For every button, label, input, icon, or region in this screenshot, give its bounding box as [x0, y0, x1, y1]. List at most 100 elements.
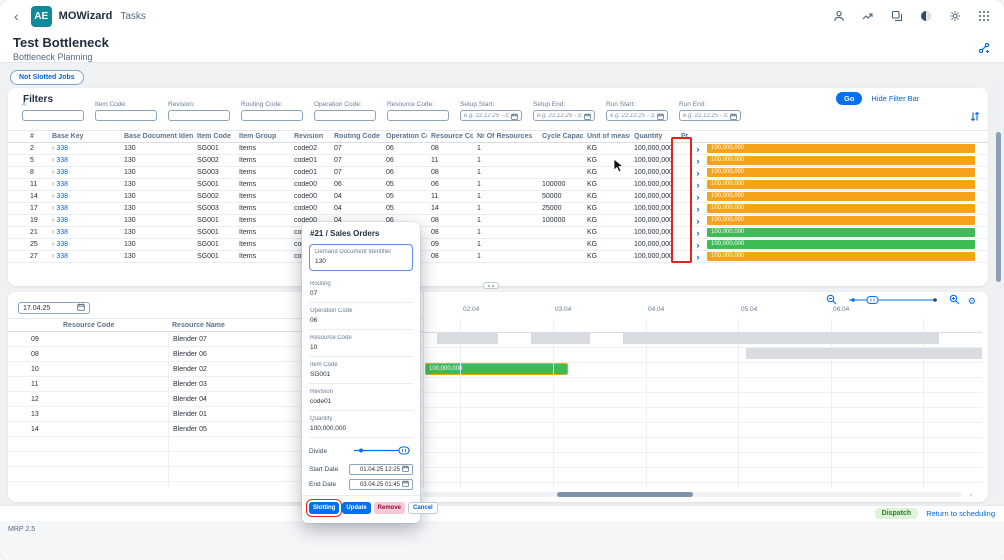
table-row[interactable]: 19›338130SG001Itemscode000406081100000KG…	[8, 215, 988, 227]
row-expand-chevron[interactable]: ›	[689, 240, 707, 250]
scrollbar-thumb[interactable]	[996, 132, 1001, 282]
table-row[interactable]: 17›338130SG003Itemscode00040514125000KG1…	[8, 203, 988, 215]
row-expand-chevron[interactable]: ›	[689, 204, 707, 214]
table-row[interactable]: 8›338130SG003Itemscode010706081KG100,000…	[8, 167, 988, 179]
table-row[interactable]: 14›338130SG002Itemscode00040511150000KG1…	[8, 191, 988, 203]
filter-text-input[interactable]	[387, 110, 449, 121]
filter-text-input[interactable]	[168, 110, 230, 121]
base-key-link[interactable]: 338	[56, 193, 68, 200]
calendar-icon[interactable]	[402, 465, 409, 474]
return-to-scheduling-link[interactable]: Return to scheduling	[926, 509, 995, 518]
expand-caret-icon[interactable]: ›	[52, 169, 54, 176]
column-header[interactable]: Nr Of Resources	[473, 133, 538, 140]
table-row[interactable]: 2›338130SG001Itemscode020706081KG100,000…	[8, 143, 988, 155]
column-header[interactable]: Unit of measure	[583, 133, 630, 140]
row-expand-chevron[interactable]: ›	[689, 156, 707, 166]
column-header[interactable]: #	[8, 133, 48, 140]
table-row[interactable]: 25›338130SG001Itemscode00091KG100,000,00…	[8, 239, 988, 251]
user-icon[interactable]	[833, 10, 845, 22]
gantt-horizontal-scrollbar[interactable]	[423, 492, 962, 497]
base-key-link[interactable]: 338	[56, 181, 68, 188]
not-slotted-jobs-button[interactable]: Not Slotted Jobs	[10, 70, 84, 85]
calendar-icon[interactable]	[657, 107, 664, 125]
expand-caret-icon[interactable]: ›	[52, 217, 54, 224]
page-vertical-scrollbar[interactable]	[996, 80, 1001, 495]
expand-caret-icon[interactable]: ›	[52, 193, 54, 200]
filter-text-input[interactable]	[314, 110, 376, 121]
column-header[interactable]: Cycle Capacity	[538, 133, 583, 140]
row-expand-chevron[interactable]: ›	[689, 228, 707, 238]
go-button[interactable]: Go	[836, 92, 862, 105]
row-expand-chevron[interactable]: ›	[689, 252, 707, 262]
table-row[interactable]: 11›338130SG001Itemscode000605061100000KG…	[8, 179, 988, 191]
base-key-link[interactable]: 338	[56, 145, 68, 152]
panel-splitter-handle[interactable]	[483, 282, 499, 289]
expand-caret-icon[interactable]: ›	[52, 205, 54, 212]
theme-icon[interactable]	[920, 10, 932, 22]
column-header[interactable]: Base Document Identifier	[120, 133, 193, 140]
app-logo[interactable]: AE	[31, 6, 52, 27]
apps-grid-icon[interactable]	[978, 10, 990, 22]
sort-icon[interactable]	[970, 109, 980, 127]
expand-caret-icon[interactable]: ›	[52, 229, 54, 236]
base-key-link[interactable]: 338	[56, 217, 68, 224]
calendar-icon[interactable]	[402, 480, 409, 489]
table-row[interactable]: 21›338130SG001Itemscode00081KG100,000,00…	[8, 227, 988, 239]
expand-caret-icon[interactable]: ›	[52, 253, 54, 260]
filter-date-input[interactable]: e.g. 22.12.25 - 31.1...	[533, 110, 595, 121]
base-key-link[interactable]: 338	[56, 253, 68, 260]
filter-text-input[interactable]	[95, 110, 157, 121]
calendar-icon[interactable]	[511, 107, 518, 125]
gantt-date-input[interactable]: 17.04.25	[18, 302, 90, 314]
row-expand-chevron[interactable]: ›	[689, 180, 707, 190]
filter-text-input[interactable]	[22, 110, 84, 121]
update-button[interactable]: Update	[342, 502, 370, 514]
column-header[interactable]: Quantity	[630, 133, 677, 140]
expand-caret-icon[interactable]: ›	[52, 145, 54, 152]
column-header[interactable]: Revision	[290, 133, 330, 140]
settings-icon[interactable]	[949, 10, 961, 22]
cancel-button[interactable]: Cancel	[408, 502, 438, 514]
expand-caret-icon[interactable]: ›	[52, 241, 54, 248]
column-header[interactable]: Operation Code	[382, 133, 427, 140]
row-expand-chevron[interactable]: ›	[689, 144, 707, 154]
column-header[interactable]: Resource Code	[427, 133, 473, 140]
base-key-link[interactable]: 338	[56, 205, 68, 212]
table-row[interactable]: 27›338130SG001Itemscode00081KG100,000,00…	[8, 251, 988, 263]
table-row[interactable]: 5›338130SG002Itemscode010706111KG100,000…	[8, 155, 988, 167]
column-header[interactable]: Pr	[677, 133, 689, 140]
expand-caret-icon[interactable]: ›	[52, 181, 54, 188]
calendar-icon[interactable]	[77, 303, 85, 313]
resource-code-column-header[interactable]: Resource Code	[8, 322, 168, 329]
hide-filter-bar-link[interactable]: Hide Filter Bar	[871, 94, 919, 103]
row-expand-chevron[interactable]: ›	[689, 168, 707, 178]
base-key-link[interactable]: 338	[56, 169, 68, 176]
divide-slider[interactable]	[351, 442, 413, 460]
column-header[interactable]: Item Group	[235, 133, 290, 140]
column-header[interactable]: Base Key	[48, 133, 120, 140]
end-date-input[interactable]: 03.04.25 01:45	[349, 479, 413, 490]
copy-icon[interactable]	[891, 10, 903, 22]
scroll-right-arrow[interactable]: ›	[970, 492, 972, 499]
calendar-icon[interactable]	[584, 107, 591, 125]
dispatch-button[interactable]: Dispatch	[875, 508, 919, 519]
filter-date-input[interactable]: e.g. 22.12.25 - 31.1...	[606, 110, 668, 121]
filter-date-input[interactable]: e.g. 22.12.25 - 31.1...	[460, 110, 522, 121]
column-header[interactable]: Routing Code	[330, 133, 382, 140]
column-header[interactable]: Item Code	[193, 133, 235, 140]
base-key-link[interactable]: 338	[56, 157, 68, 164]
expand-caret-icon[interactable]: ›	[52, 157, 54, 164]
scrollbar-thumb[interactable]	[557, 492, 693, 497]
remove-button[interactable]: Remove	[374, 502, 405, 514]
base-key-link[interactable]: 338	[56, 229, 68, 236]
start-date-input[interactable]: 01.04.25 12:25	[349, 464, 413, 475]
filter-text-input[interactable]	[241, 110, 303, 121]
scheduled-job-bar[interactable]: 100,000,000	[425, 363, 568, 375]
row-expand-chevron[interactable]: ›	[689, 192, 707, 202]
slotting-button[interactable]: Slotting	[309, 502, 339, 514]
back-icon[interactable]: ‹	[14, 10, 19, 22]
row-expand-chevron[interactable]: ›	[689, 216, 707, 226]
filter-date-input[interactable]: e.g. 22.12.25 - 31.1...	[679, 110, 741, 121]
related-links-icon[interactable]	[978, 41, 990, 59]
insights-icon[interactable]	[862, 10, 874, 22]
